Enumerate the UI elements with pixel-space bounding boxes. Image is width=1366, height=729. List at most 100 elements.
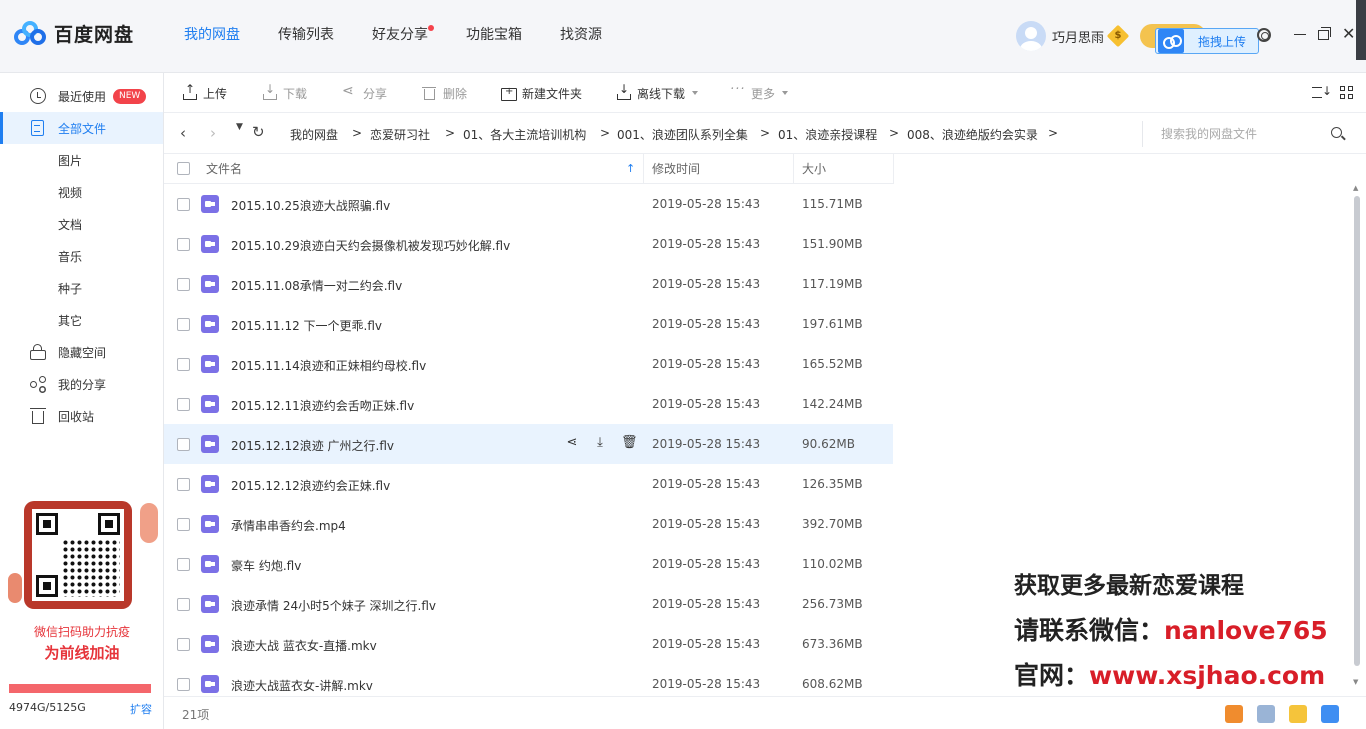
- sidebar-item-recent[interactable]: 最近使用 NEW: [0, 80, 163, 112]
- upload-arrow-icon[interactable]: [1289, 705, 1307, 723]
- sidebar-item-torrents[interactable]: 种子: [0, 272, 163, 304]
- select-all-checkbox[interactable]: [177, 162, 190, 175]
- new-folder-button[interactable]: 新建文件夹: [501, 85, 582, 101]
- file-name[interactable]: 承情串串香约会.mp4: [231, 517, 346, 534]
- row-checkbox[interactable]: [177, 318, 190, 331]
- breadcrumb-item[interactable]: 01、各大主流培训机构: [463, 126, 586, 143]
- column-header-name[interactable]: 文件名: [206, 154, 242, 184]
- column-header-size[interactable]: 大小: [802, 154, 826, 184]
- share-button[interactable]: 分享: [342, 83, 387, 101]
- row-checkbox[interactable]: [177, 518, 190, 531]
- window-restore-icon[interactable]: [1318, 27, 1331, 40]
- column-divider[interactable]: [893, 154, 894, 184]
- table-row[interactable]: 2015.11.12 下一个更乖.flv 2019-05-28 15:43 19…: [164, 304, 893, 344]
- sidebar-item-my-shares[interactable]: 我的分享: [0, 368, 163, 400]
- scroll-down-icon[interactable]: ▼: [1353, 678, 1358, 686]
- expand-storage-link[interactable]: 扩容: [130, 701, 152, 717]
- table-row[interactable]: 2015.12.12浪迹约会正妹.flv 2019-05-28 15:43 12…: [164, 464, 893, 504]
- breadcrumb-item[interactable]: 01、浪迹亲授课程: [778, 126, 877, 143]
- breadcrumb-item[interactable]: 001、浪迹团队系列全集: [617, 126, 748, 143]
- breadcrumb-item[interactable]: 我的网盘: [290, 126, 338, 143]
- file-name[interactable]: 2015.12.12浪迹约会正妹.flv: [231, 477, 390, 494]
- tab-toolbox[interactable]: 功能宝箱: [466, 0, 522, 73]
- row-checkbox[interactable]: [177, 278, 190, 291]
- table-row[interactable]: 2015.10.25浪迹大战照骗.flv 2019-05-28 15:43 11…: [164, 184, 893, 224]
- table-row[interactable]: 2015.11.08承情一对二约会.flv 2019-05-28 15:43 1…: [164, 264, 893, 304]
- row-checkbox[interactable]: [177, 438, 190, 451]
- row-checkbox[interactable]: [177, 238, 190, 251]
- window-minimize-icon[interactable]: [1294, 34, 1306, 35]
- more-button[interactable]: 更多: [730, 82, 789, 101]
- medal-icon[interactable]: [1225, 705, 1243, 723]
- row-checkbox[interactable]: [177, 678, 190, 691]
- user-profile[interactable]: 巧月思雨 $: [1016, 21, 1130, 51]
- tab-my-netdisk[interactable]: 我的网盘: [184, 0, 240, 73]
- table-row[interactable]: 2015.12.12浪迹 广州之行.flv ⋖ ⤓ 🗑 2019-05-28 1…: [164, 424, 893, 464]
- refresh-icon[interactable]: ↻: [252, 123, 265, 141]
- avatar[interactable]: [1016, 21, 1046, 51]
- drag-upload-button[interactable]: 拖拽上传: [1155, 28, 1259, 54]
- download-button[interactable]: 下载: [262, 82, 307, 101]
- vertical-scrollbar[interactable]: ▲ ▼: [1352, 184, 1362, 689]
- apps-icon[interactable]: [1257, 705, 1275, 723]
- table-row[interactable]: 2015.12.11浪迹约会舌吻正妹.flv 2019-05-28 15:43 …: [164, 384, 893, 424]
- file-name[interactable]: 2015.11.14浪迹和正妹相约母校.flv: [231, 357, 426, 374]
- table-row[interactable]: 承情串串香约会.mp4 2019-05-28 15:43 392.70MB: [164, 504, 893, 544]
- column-header-modified[interactable]: 修改时间: [652, 154, 700, 184]
- window-close-icon[interactable]: ✕: [1342, 26, 1356, 42]
- file-name[interactable]: 浪迹承情 24小时5个妹子 深圳之行.flv: [231, 597, 436, 614]
- search-input[interactable]: [1161, 125, 1321, 143]
- app-logo[interactable]: 百度网盘: [14, 20, 134, 47]
- table-row[interactable]: 2015.11.14浪迹和正妹相约母校.flv 2019-05-28 15:43…: [164, 344, 893, 384]
- breadcrumb-item[interactable]: 恋爱研习社: [370, 126, 430, 143]
- promo-banner[interactable]: 微信扫码助力抗疫 为前线加油: [8, 495, 158, 665]
- tab-friend-share[interactable]: 好友分享: [372, 0, 434, 73]
- tab-transfer-list[interactable]: 传输列表: [278, 0, 334, 73]
- sidebar-item-hidden-space[interactable]: 隐藏空间: [0, 336, 163, 368]
- search-icon[interactable]: [1331, 127, 1342, 138]
- row-checkbox[interactable]: [177, 478, 190, 491]
- grid-view-icon[interactable]: [1340, 86, 1354, 100]
- row-download-icon[interactable]: ⤓: [593, 436, 607, 450]
- upload-button[interactable]: 上传: [182, 82, 227, 101]
- sidebar-item-documents[interactable]: 文档: [0, 208, 163, 240]
- coin-icon[interactable]: $: [1106, 24, 1130, 48]
- sidebar-item-other[interactable]: 其它: [0, 304, 163, 336]
- tab-find-resources[interactable]: 找资源: [560, 0, 602, 73]
- file-name[interactable]: 2015.12.11浪迹约会舌吻正妹.flv: [231, 397, 414, 414]
- row-checkbox[interactable]: [177, 398, 190, 411]
- row-checkbox[interactable]: [177, 198, 190, 211]
- file-name[interactable]: 2015.11.08承情一对二约会.flv: [231, 277, 402, 294]
- breadcrumb-item[interactable]: 008、浪迹绝版约会实录: [907, 126, 1038, 143]
- file-name[interactable]: 浪迹大战 蓝衣女-直播.mkv: [231, 637, 377, 654]
- sidebar-item-recycle-bin[interactable]: 回收站: [0, 400, 163, 432]
- history-dropdown-icon[interactable]: ▼: [236, 122, 243, 132]
- back-arrow-icon[interactable]: ‹: [180, 124, 186, 142]
- table-row[interactable]: 2015.10.29浪迹白天约会摄像机被发现巧妙化解.flv 2019-05-2…: [164, 224, 893, 264]
- sidebar-item-videos[interactable]: 视频: [0, 176, 163, 208]
- table-row[interactable]: 豪车 约炮.flv 2019-05-28 15:43 110.02MB: [164, 544, 893, 584]
- sort-icon[interactable]: [1312, 84, 1332, 100]
- scrollbar-thumb[interactable]: [1354, 196, 1360, 666]
- sort-ascending-icon[interactable]: ↑: [626, 154, 635, 184]
- table-row[interactable]: 浪迹大战 蓝衣女-直播.mkv 2019-05-28 15:43 673.36M…: [164, 624, 893, 664]
- lock-icon[interactable]: [1321, 705, 1339, 723]
- offline-download-button[interactable]: 离线下载: [616, 82, 699, 101]
- table-row[interactable]: 浪迹承情 24小时5个妹子 深圳之行.flv 2019-05-28 15:43 …: [164, 584, 893, 624]
- file-name[interactable]: 浪迹大战蓝衣女-讲解.mkv: [231, 677, 373, 694]
- sidebar-item-music[interactable]: 音乐: [0, 240, 163, 272]
- column-divider[interactable]: [793, 154, 794, 184]
- file-name[interactable]: 2015.10.25浪迹大战照骗.flv: [231, 197, 390, 214]
- scroll-up-icon[interactable]: ▲: [1353, 184, 1358, 192]
- forward-arrow-icon[interactable]: ›: [210, 124, 216, 142]
- file-name[interactable]: 2015.11.12 下一个更乖.flv: [231, 317, 382, 334]
- settings-gear-icon[interactable]: [1257, 28, 1271, 42]
- username[interactable]: 巧月思雨: [1052, 27, 1104, 46]
- row-share-icon[interactable]: ⋖: [565, 436, 579, 450]
- column-divider[interactable]: [643, 154, 644, 184]
- row-checkbox[interactable]: [177, 358, 190, 371]
- sidebar-item-images[interactable]: 图片: [0, 144, 163, 176]
- row-delete-icon[interactable]: 🗑: [621, 436, 638, 450]
- row-checkbox[interactable]: [177, 598, 190, 611]
- row-checkbox[interactable]: [177, 558, 190, 571]
